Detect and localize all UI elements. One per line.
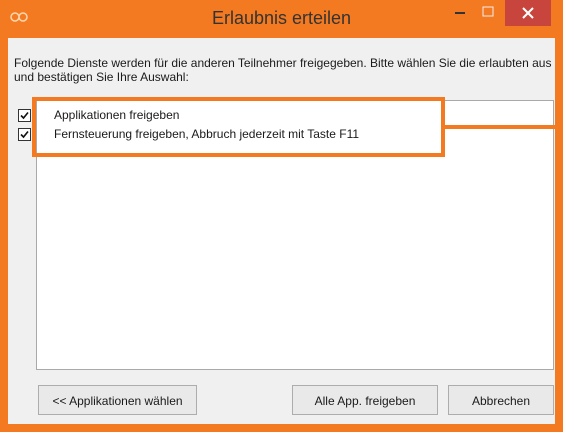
dialog-body: Folgende Dienste werden für die anderen … [8, 38, 555, 424]
close-icon [522, 7, 534, 19]
list-item-label: Applikationen freigeben [54, 108, 180, 122]
close-button[interactable] [505, 0, 551, 26]
title-bar[interactable]: Erlaubnis erteilen [0, 0, 563, 38]
checkbox-remote-control[interactable] [18, 128, 31, 141]
minimize-icon [455, 12, 465, 14]
select-applications-button[interactable]: << Applikationen wählen [38, 385, 197, 415]
permission-dialog: Erlaubnis erteilen Folgende Dienste werd… [0, 0, 563, 432]
list-item-label: Fernsteuerung freigeben, Abbruch jederze… [54, 127, 360, 141]
highlight-pointer-line [445, 125, 555, 129]
checkmark-icon [20, 130, 29, 139]
checkbox-share-applications[interactable] [18, 109, 31, 122]
checkmark-icon [20, 111, 29, 120]
instruction-text: Folgende Dienste werden für die anderen … [14, 56, 552, 84]
maximize-button[interactable] [474, 0, 502, 26]
maximize-icon [482, 6, 494, 17]
minimize-button[interactable] [446, 0, 474, 26]
share-all-apps-button[interactable]: Alle App. freigeben [292, 385, 438, 415]
cancel-button[interactable]: Abbrechen [448, 385, 554, 415]
